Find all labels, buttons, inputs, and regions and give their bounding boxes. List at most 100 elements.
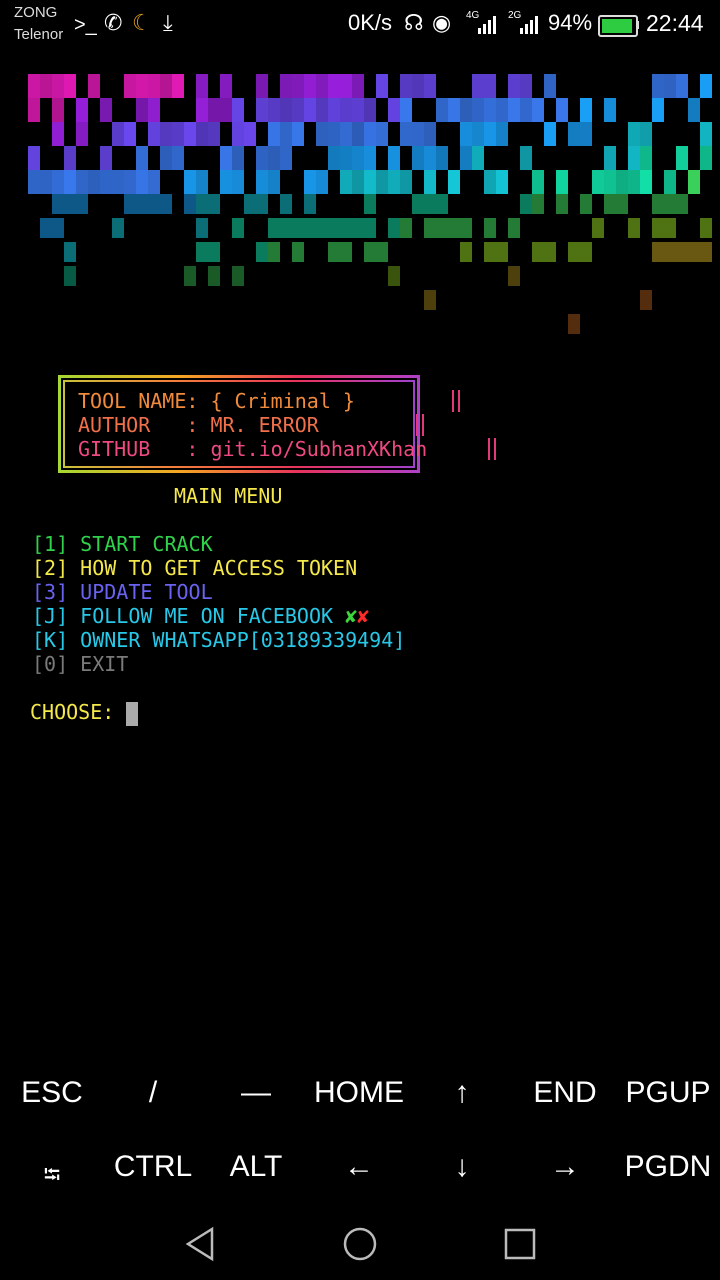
menu-item-access-token[interactable]: [2] HOW TO GET ACCESS TOKEN (32, 556, 357, 580)
banner-pixel (340, 98, 352, 122)
banner-pixel (460, 242, 472, 262)
banner-pixel (52, 74, 64, 98)
banner-pixel (256, 170, 268, 194)
key-tab[interactable]: ⭾ (2, 1158, 102, 1196)
banner-pixel (328, 122, 340, 146)
key-up[interactable]: ↑ (412, 1076, 512, 1110)
banner-pixel (196, 170, 208, 194)
banner-pixel (508, 98, 520, 122)
banner-pixel (364, 242, 376, 262)
banner-pixel (556, 194, 568, 214)
banner-pixel (604, 146, 616, 170)
banner-pixel (208, 242, 220, 262)
banner-pixel (628, 122, 640, 146)
cross-mark-icon: ✘ (357, 604, 370, 628)
banner-pixel (640, 122, 652, 146)
banner-pixel (256, 98, 268, 122)
key-right[interactable]: → (515, 1150, 615, 1184)
banner-pixel (424, 290, 436, 310)
signal-icon (478, 14, 496, 34)
banner-pixel (112, 170, 124, 194)
key-pgup[interactable]: PGUP (618, 1076, 718, 1110)
banner-pixel (412, 74, 424, 98)
menu-item-follow-facebook[interactable]: [J] FOLLOW ME ON FACEBOOK ✘✘ (32, 604, 369, 628)
banner-pixel (196, 242, 208, 262)
key-alt[interactable]: ALT (206, 1150, 306, 1184)
banner-pixel (568, 242, 580, 262)
banner-pixel (700, 242, 712, 262)
banner-pixel (64, 170, 76, 194)
banner-pixel (424, 74, 436, 98)
key-down[interactable]: ↓ (412, 1150, 512, 1184)
banner-pixel (496, 170, 508, 194)
box-border-fragment (416, 414, 424, 436)
banner-pixel (568, 314, 580, 334)
banner-pixel (544, 74, 556, 98)
menu-label: OWNER WHATSAPP[03189339494] (80, 628, 406, 652)
banner-pixel (628, 146, 640, 170)
banner-pixel (208, 98, 220, 122)
banner-pixel (544, 242, 556, 262)
banner-pixel (28, 170, 40, 194)
back-icon[interactable] (182, 1226, 218, 1262)
menu-key: [2] (32, 556, 69, 580)
banner-pixel (676, 194, 688, 214)
key-end[interactable]: END (515, 1076, 615, 1110)
box-border-fragment (452, 390, 460, 412)
banner-pixel (364, 122, 376, 146)
menu-key: [0] (32, 652, 69, 676)
banner-pixel (88, 170, 100, 194)
home-icon[interactable] (342, 1226, 378, 1262)
banner-pixel (172, 146, 184, 170)
banner-pixel (304, 74, 316, 98)
banner-pixel (460, 146, 472, 170)
banner-pixel (256, 146, 268, 170)
menu-item-update-tool[interactable]: [3] UPDATE TOOL (32, 580, 213, 604)
menu-item-exit[interactable]: [0] EXIT (32, 652, 128, 676)
banner-pixel (148, 170, 160, 194)
banner-pixel (88, 74, 100, 98)
key-slash[interactable]: / (103, 1076, 203, 1110)
banner-pixel (460, 122, 472, 146)
key-home[interactable]: HOME (309, 1076, 409, 1110)
banner-pixel (424, 194, 436, 214)
banner-pixel (232, 98, 244, 122)
key-ctrl[interactable]: CTRL (103, 1150, 203, 1184)
eye-icon: ◉ (432, 10, 452, 35)
recents-icon[interactable] (502, 1226, 538, 1262)
banner-pixel (340, 122, 352, 146)
banner-pixel (220, 98, 232, 122)
banner-pixel (352, 170, 364, 194)
banner-pixel (484, 98, 496, 122)
banner-pixel (316, 98, 328, 122)
banner-pixel (520, 74, 532, 98)
key-esc[interactable]: ESC (2, 1076, 102, 1110)
banner-pixel (580, 194, 592, 214)
terminal-cursor[interactable] (126, 702, 138, 726)
banner-pixel (460, 218, 472, 238)
banner-pixel (280, 146, 292, 170)
banner-pixel (76, 170, 88, 194)
key-pgdn[interactable]: PGDN (618, 1150, 718, 1184)
banner-pixel (220, 74, 232, 98)
banner-pixel (172, 122, 184, 146)
menu-item-start-crack[interactable]: [1] START CRACK (32, 532, 213, 556)
key-left[interactable]: ← (309, 1150, 409, 1184)
banner-pixel (352, 74, 364, 98)
banner-pixel (388, 218, 400, 238)
banner-pixel (244, 122, 256, 146)
banner-pixel (484, 218, 496, 238)
tool-name-line: TOOL NAME: { Criminal } (78, 389, 355, 413)
banner-pixel (364, 170, 376, 194)
banner-pixel (364, 194, 376, 214)
key-dash[interactable]: — (206, 1076, 306, 1110)
banner-pixel (280, 74, 292, 98)
banner-pixel (472, 98, 484, 122)
banner-pixel (304, 218, 316, 238)
banner-pixel (616, 194, 628, 214)
banner-pixel (388, 266, 400, 286)
menu-item-owner-whatsapp[interactable]: [K] OWNER WHATSAPP[03189339494] (32, 628, 405, 652)
banner-pixel (436, 146, 448, 170)
banner-pixel (124, 194, 136, 214)
banner-pixel (448, 170, 460, 194)
